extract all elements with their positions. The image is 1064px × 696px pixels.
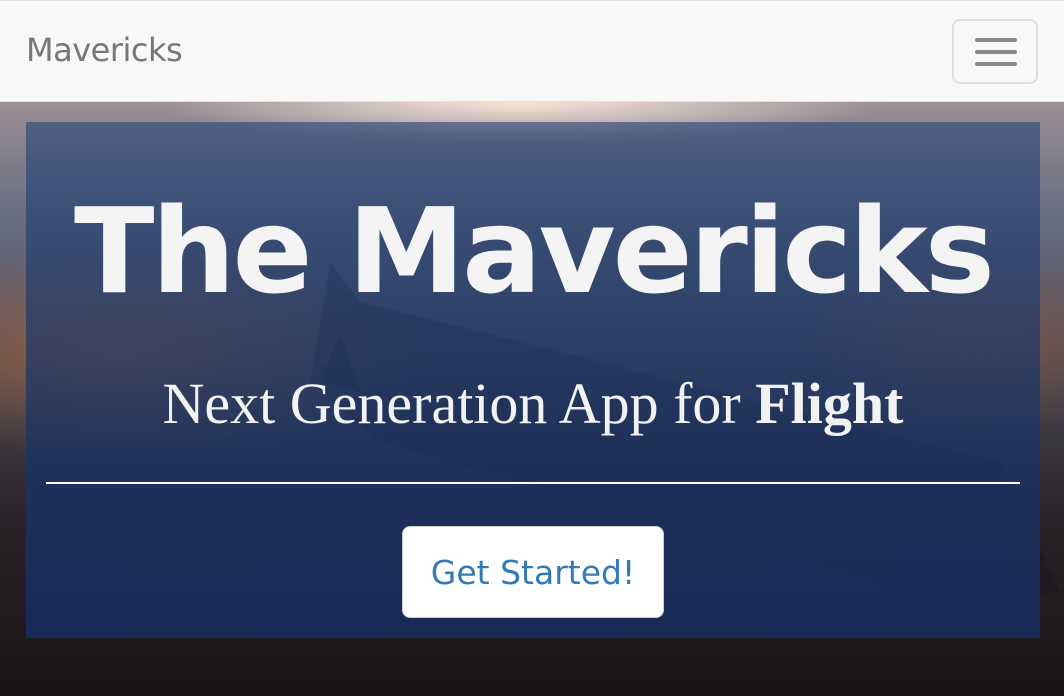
- hero-panel: The Mavericks Next Generation App for Fl…: [26, 122, 1040, 638]
- get-started-button[interactable]: Get Started!: [402, 526, 664, 618]
- hero-title: The Mavericks: [74, 182, 995, 320]
- hero-subtitle-text: Next Generation App for: [162, 371, 756, 436]
- hero-subtitle-emphasis: Flight: [755, 371, 904, 436]
- hero-divider: [46, 482, 1020, 484]
- hero-subtitle: Next Generation App for Flight: [26, 375, 1040, 433]
- navbar-toggle-button[interactable]: [952, 19, 1038, 84]
- navbar-brand[interactable]: Mavericks: [26, 31, 183, 69]
- top-navbar: Mavericks: [0, 0, 1064, 102]
